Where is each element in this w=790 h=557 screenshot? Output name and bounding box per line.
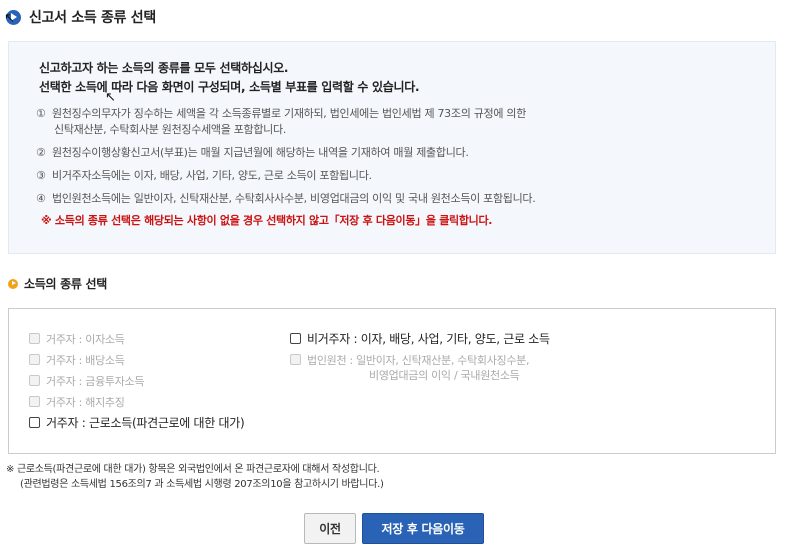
- section-header: 소득의 종류 선택: [8, 275, 107, 292]
- item-number: ②: [36, 146, 46, 159]
- previous-button[interactable]: 이전: [304, 513, 356, 544]
- checkbox-disabled: [29, 333, 40, 344]
- checkbox[interactable]: [29, 417, 40, 428]
- item-number: ③: [36, 169, 46, 182]
- instruction-item: ② 원천징수이행상황신고서(부표)는 매월 지급년월에 해당하는 내역을 기재하…: [36, 145, 766, 161]
- item-text: 비거주자소득에는 이자, 배당, 사업, 기타, 양도, 근로 소득이 포함됩니…: [52, 169, 372, 182]
- option-resident-interest: 거주자 : 이자소득: [29, 332, 125, 347]
- option-nonresident[interactable]: 비거주자 : 이자, 배당, 사업, 기타, 양도, 근로 소득: [290, 332, 550, 347]
- option-label: 법인원천 : 일반이자, 신탁재산분, 수탁회사징수분, 비영업대금의 이익 /…: [307, 353, 529, 383]
- option-label-line1: 법인원천 : 일반이자, 신탁재산분, 수탁회사징수분,: [307, 354, 530, 367]
- option-label: 거주자 : 배당소득: [46, 354, 125, 367]
- instruction-item: ④ 법인원천소득에는 일반이자, 신탁재산분, 수탁회사사수분, 비영업대금의 …: [36, 191, 766, 207]
- option-resident-labor[interactable]: 거주자 : 근로소득(파견근로에 대한 대가): [29, 416, 245, 431]
- footnote-line2: (관련법령은 소득세법 156조의7 과 소득세법 시행령 207조의10을 참…: [20, 479, 384, 490]
- mouse-cursor-icon: ↖: [4, 11, 15, 26]
- section-arrow-icon: [8, 278, 18, 289]
- instruction-lead: 신고하고자 하는 소득의 종류를 모두 선택하십시오. 선택한 소득에 따라 다…: [39, 59, 420, 97]
- option-corporate-source: 법인원천 : 일반이자, 신탁재산분, 수탁회사징수분, 비영업대금의 이익 /…: [290, 353, 529, 383]
- page-title: 신고서 소득 종류 선택: [29, 10, 156, 26]
- page-header: 신고서 소득 종류 선택: [6, 6, 156, 28]
- instruction-item: ③ 비거주자소득에는 이자, 배당, 사업, 기타, 양도, 근로 소득이 포함…: [36, 168, 766, 184]
- item-text: 원천징수의무자가 징수하는 세액을 각 소득종류별로 기재하되, 법인세에는 법…: [52, 106, 766, 138]
- item-text-line1: 원천징수의무자가 징수하는 세액을 각 소득종류별로 기재하되, 법인세에는 법…: [52, 107, 527, 120]
- checkbox-disabled: [29, 396, 40, 407]
- item-text: 법인원천소득에는 일반이자, 신탁재산분, 수탁회사사수분, 비영업대금의 이익…: [52, 192, 536, 205]
- option-label: 거주자 : 해지추징: [46, 396, 125, 409]
- checkbox-disabled: [290, 354, 301, 365]
- option-resident-cancellation-charge: 거주자 : 해지추징: [29, 395, 125, 410]
- mouse-cursor-icon: ↖: [105, 90, 116, 105]
- warning-text: ※ 소득의 종류 선택은 해당되는 사항이 없을 경우 선택하지 않고「저장 후…: [41, 214, 493, 227]
- option-label: 거주자 : 이자소득: [46, 333, 125, 346]
- option-label[interactable]: 거주자 : 근로소득(파견근로에 대한 대가): [46, 416, 245, 431]
- item-text: 원천징수이행상황신고서(부표)는 매월 지급년월에 해당하는 내역을 기재하여 …: [52, 146, 469, 159]
- instruction-lead-line1: 신고하고자 하는 소득의 종류를 모두 선택하십시오.: [39, 61, 289, 75]
- item-text-line2: 신탁재산분, 수탁회사분 원천징수세액을 포함합니다.: [54, 123, 287, 136]
- option-resident-dividend: 거주자 : 배당소득: [29, 353, 125, 368]
- save-and-next-button[interactable]: 저장 후 다음이동: [362, 513, 484, 544]
- income-type-selector: 거주자 : 이자소득 거주자 : 배당소득 거주자 : 금융투자소득 거주자 :…: [8, 308, 776, 454]
- item-number: ④: [36, 192, 46, 205]
- option-label-line2: 비영업대금의 이익 / 국내원천소득: [369, 369, 520, 382]
- section-title: 소득의 종류 선택: [24, 277, 107, 291]
- checkbox-disabled: [29, 375, 40, 386]
- option-resident-financial-investment: 거주자 : 금융투자소득: [29, 374, 144, 389]
- instruction-box: 신고하고자 하는 소득의 종류를 모두 선택하십시오. 선택한 소득에 따라 다…: [8, 41, 776, 254]
- footnote: ※ 근로소득(파견근로에 대한 대가) 항목은 외국법인에서 온 파견근로자에 …: [6, 462, 384, 492]
- instruction-item: ① 원천징수의무자가 징수하는 세액을 각 소득종류별로 기재하되, 법인세에는…: [36, 106, 766, 138]
- instruction-list: ① 원천징수의무자가 징수하는 세액을 각 소득종류별로 기재하되, 법인세에는…: [36, 106, 766, 229]
- item-number: ①: [36, 107, 46, 120]
- checkbox[interactable]: [290, 333, 301, 344]
- instruction-lead-line2: 선택한 소득에 따라 다음 화면이 구성되며, 소득별 부표를 입력할 수 있습…: [39, 80, 420, 94]
- option-label: 거주자 : 금융투자소득: [46, 375, 145, 388]
- checkbox-disabled: [29, 354, 40, 365]
- option-label[interactable]: 비거주자 : 이자, 배당, 사업, 기타, 양도, 근로 소득: [307, 332, 550, 347]
- footnote-line1: ※ 근로소득(파견근로에 대한 대가) 항목은 외국법인에서 온 파견근로자에 …: [6, 464, 380, 475]
